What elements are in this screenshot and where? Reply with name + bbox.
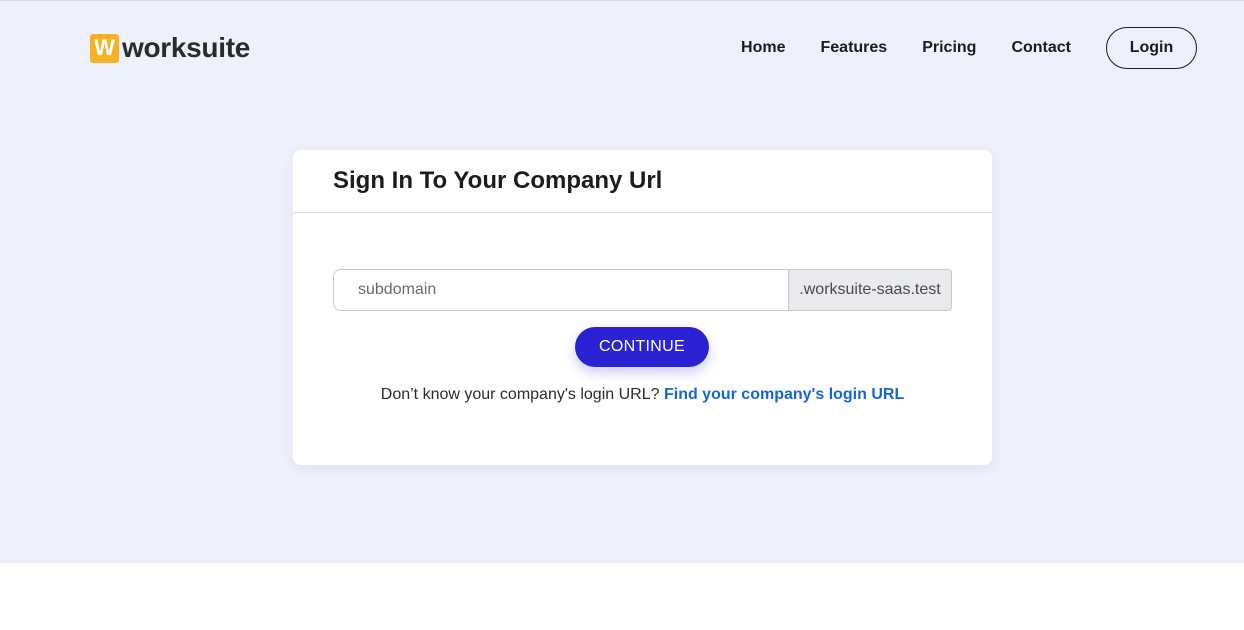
subdomain-input[interactable]	[333, 269, 788, 311]
subdomain-input-group: .worksuite-saas.test	[333, 269, 952, 311]
footer-band	[0, 563, 1244, 630]
nav-contact[interactable]: Contact	[1011, 39, 1071, 57]
card-title: Sign In To Your Company Url	[333, 167, 663, 194]
logo-text: worksuite	[122, 32, 251, 63]
card-header: Sign In To Your Company Url	[293, 150, 992, 213]
logo-icon: W	[90, 33, 119, 63]
find-login-url-link[interactable]: Find your company's login URL	[664, 386, 904, 403]
nav-home[interactable]: Home	[741, 39, 785, 57]
help-line: Don’t know your company's login URL? Fin…	[293, 386, 992, 404]
signin-card: Sign In To Your Company Url .worksuite-s…	[293, 150, 992, 465]
continue-button[interactable]: CONTINUE	[575, 327, 709, 367]
login-button[interactable]: Login	[1106, 27, 1197, 69]
nav-pricing[interactable]: Pricing	[922, 39, 976, 57]
hero-section: W worksuite Home Features Pricing Contac…	[0, 0, 1244, 563]
logo[interactable]: W worksuite	[90, 32, 251, 63]
domain-suffix: .worksuite-saas.test	[788, 269, 952, 311]
main-nav: Home Features Pricing Contact Login	[741, 27, 1197, 69]
help-text: Don’t know your company's login URL?	[380, 386, 660, 403]
nav-features[interactable]: Features	[821, 39, 888, 57]
